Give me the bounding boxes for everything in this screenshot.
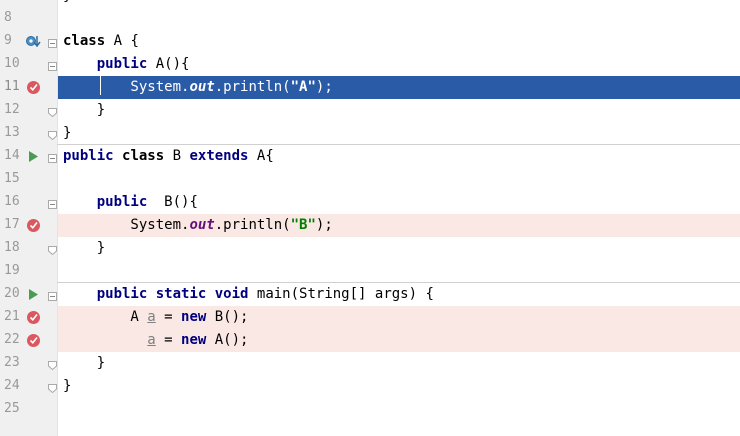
code-line-13[interactable]: 13 } — [0, 122, 740, 145]
code-text: class A { — [63, 33, 139, 49]
code-text: } — [63, 355, 106, 371]
fold-end-icon[interactable] — [48, 128, 57, 141]
fold-open-icon[interactable] — [48, 151, 57, 163]
code-editor[interactable]: } 8 9 class A { 10 public A(){ — [0, 0, 740, 436]
text-cursor — [100, 76, 101, 95]
code-text: public static void main(String[] args) { — [96, 286, 434, 302]
code-text: public A(){ — [96, 56, 190, 72]
code-line-22[interactable]: 22 a = new A(); — [0, 329, 740, 352]
line-number: 13 — [4, 125, 20, 140]
fold-end-icon[interactable] — [48, 381, 57, 394]
line-number: 15 — [4, 171, 20, 186]
code-line-12[interactable]: 12 } — [0, 99, 740, 122]
line-number: 17 — [4, 217, 20, 232]
code-line-10[interactable]: 10 public A(){ — [0, 53, 740, 76]
code-text: } — [63, 378, 72, 394]
fold-end-icon[interactable] — [48, 243, 57, 256]
fold-open-icon[interactable] — [48, 36, 57, 48]
code-line-24[interactable]: 24 } — [0, 375, 740, 398]
code-line-17[interactable]: 17 System.out.println("B"); — [0, 214, 740, 237]
run-icon[interactable] — [26, 287, 41, 302]
breakpoint-icon[interactable] — [26, 218, 41, 233]
code-text: public B(){ — [96, 194, 198, 210]
code-line-23[interactable]: 23 } — [0, 352, 740, 375]
code-line-19[interactable]: 19 — [0, 260, 740, 283]
code-line-20[interactable]: 20 public static void main(String[] args… — [0, 283, 740, 306]
code-line-11[interactable]: 11 System.out.println("A"); — [0, 76, 740, 99]
method-separator — [57, 144, 740, 145]
method-separator — [57, 282, 740, 283]
code-line-14[interactable]: 14 public class B extends A{ — [0, 145, 740, 168]
fold-end-icon[interactable] — [48, 105, 57, 118]
breakpoint-icon[interactable] — [26, 80, 41, 95]
code-text: System.out.println("B"); — [63, 217, 333, 233]
breakpoint-icon[interactable] — [26, 310, 41, 325]
breakpoint-icon[interactable] — [26, 333, 41, 348]
line-number: 16 — [4, 194, 20, 209]
line-number: 8 — [4, 10, 12, 25]
code-line-15[interactable]: 15 — [0, 168, 740, 191]
line-number: 24 — [4, 378, 20, 393]
run-icon[interactable] — [26, 149, 41, 164]
code-line-9[interactable]: 9 class A { — [0, 30, 740, 53]
override-arrow-icon[interactable] — [26, 34, 41, 49]
line-number: 18 — [4, 240, 20, 255]
line-number: 22 — [4, 332, 20, 347]
code-line-21[interactable]: 21 A a = new B(); — [0, 306, 740, 329]
code-text: A a = new B(); — [63, 309, 249, 325]
line-number: 25 — [4, 401, 20, 416]
code-line-25[interactable]: 25 — [0, 398, 740, 421]
code-text: a = new A(); — [147, 332, 249, 348]
line-number: 20 — [4, 286, 20, 301]
line-number: 10 — [4, 56, 20, 71]
code-text: } — [63, 102, 106, 118]
line-number: 14 — [4, 148, 20, 163]
code-text: System.out.println("A"); — [63, 79, 333, 95]
line-number: 19 — [4, 263, 20, 278]
line-number: 9 — [4, 33, 12, 48]
fold-open-icon[interactable] — [48, 289, 57, 301]
line-number: 12 — [4, 102, 20, 117]
code-line-18[interactable]: 18 } — [0, 237, 740, 260]
line-number: 23 — [4, 355, 20, 370]
code-text: } — [63, 125, 72, 141]
code-line-16[interactable]: 16 public B(){ — [0, 191, 740, 214]
code-text: } — [63, 0, 71, 4]
fold-open-icon[interactable] — [48, 59, 57, 71]
fold-open-icon[interactable] — [48, 197, 57, 209]
code-text: public class B extends A{ — [63, 148, 274, 164]
code-line-8[interactable]: 8 — [0, 7, 740, 30]
code-text: } — [63, 240, 106, 256]
line-number: 21 — [4, 309, 20, 324]
fold-end-icon[interactable] — [48, 358, 57, 371]
line-number: 11 — [4, 79, 20, 94]
